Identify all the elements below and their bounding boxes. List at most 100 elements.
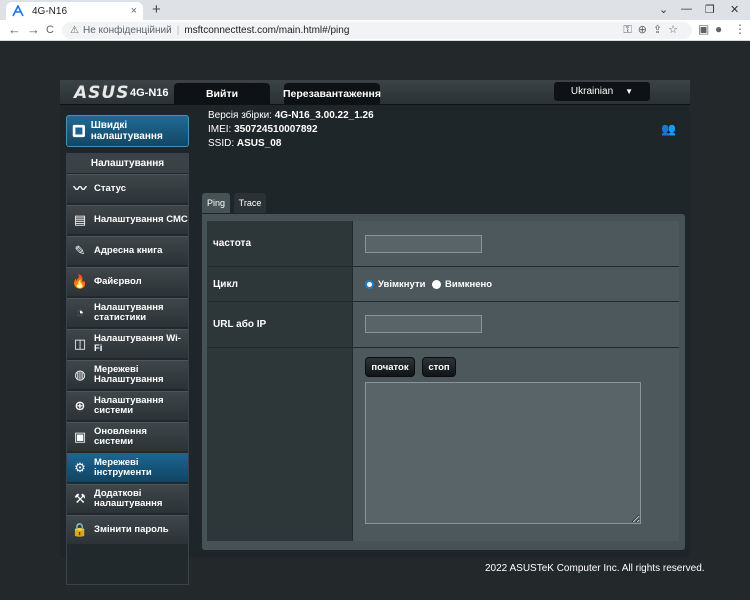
cycle-label: Цикл (207, 267, 352, 301)
address-bar[interactable]: ⚠ Не конфіденційний | msftconnecttest.co… (62, 22, 692, 39)
radio-unselected-icon (432, 280, 441, 289)
cycle-row: Цикл Увімкнути Вимкнено (207, 267, 679, 302)
quick-setup-button[interactable]: Швидкі налаштування (66, 115, 189, 147)
cycle-on-radio[interactable]: Увімкнути (365, 279, 425, 290)
tools-icon: ⚙ (74, 460, 86, 475)
globe-icon: ◍ (74, 367, 86, 382)
asus-logo: ASUS (74, 83, 130, 103)
sidebar-item-label: Налаштування СМС (94, 214, 188, 225)
sidebar-title: Налаштування (67, 154, 188, 173)
sidebar-item-network-tools[interactable]: ⚙ Мережеві інструменти (67, 453, 188, 482)
output-cell: початок стоп (352, 348, 679, 541)
router-page: ASUS 4G-N16 Вийти Перезавантаження Ukrai… (0, 41, 750, 600)
sidebar-item-address-book[interactable]: ✎ Адресна книга (67, 236, 188, 265)
address-separator: | (176, 25, 180, 36)
copyright-footer: 2022 ASUSTeK Computer Inc. All rights re… (485, 563, 705, 574)
advanced-icon: ⚒ (74, 491, 86, 506)
sidebar-item-system[interactable]: ⊕ Налаштування системи (67, 391, 188, 420)
sidebar-item-label: Налаштування системи (94, 395, 164, 416)
sidebar-item-label: Змінити пароль (94, 524, 169, 535)
stop-button[interactable]: стоп (422, 357, 456, 377)
sidebar-item-label: Мережеві Налаштування (94, 364, 164, 385)
address-bar-actions[interactable]: ⚿⊕⇪☆ (623, 23, 684, 37)
cycle-off-radio[interactable]: Вимкнено (432, 279, 492, 290)
sidebar-item-password[interactable]: 🔒 Змінити пароль (67, 515, 188, 544)
sidebar-item-label: Адресна книга (94, 245, 163, 256)
caret-down-icon: ▼ (625, 87, 634, 96)
quick-setup-icon (72, 124, 85, 138)
wifi-icon: ◫ (73, 336, 87, 351)
router-frame: ASUS 4G-N16 Вийти Перезавантаження Ukrai… (60, 80, 690, 585)
reboot-button[interactable]: Перезавантаження (283, 83, 381, 105)
frequency-label: частота (207, 221, 352, 266)
logout-button[interactable]: Вийти (174, 83, 270, 105)
sidebar-item-sms[interactable]: ▤ Налаштування СМС (67, 205, 188, 234)
url-text[interactable]: msftconnecttest.com/main.html#/ping (184, 25, 349, 36)
tab-trace[interactable]: Trace (234, 193, 266, 213)
sidebar-item-label: Оновлення системи (94, 426, 147, 447)
status-icon: 〰 (73, 181, 87, 196)
lock-icon: 🔒 (71, 522, 89, 537)
url-row: URL або IP (207, 302, 679, 348)
new-tab-button[interactable]: + (152, 2, 161, 18)
sidebar-item-update[interactable]: ▣ Оновлення системи (67, 422, 188, 451)
firmware-value: 4G-N16_3.00.22_1.26 (274, 110, 374, 121)
ssid-value: ASUS_08 (236, 138, 282, 149)
firmware-label: Версія збірки: (208, 110, 272, 121)
cycle-on-label: Увімкнути (378, 279, 426, 290)
sidebar-item-label: Налаштування Wi-Fi (94, 333, 181, 354)
menu-icon[interactable]: ⋮ (734, 22, 746, 36)
sidebar-item-wifi[interactable]: ◫ Налаштування Wi-Fi (67, 329, 188, 358)
sidebar-item-advanced[interactable]: ⚒ Додаткові налаштування (67, 484, 188, 513)
maximize-button[interactable]: ❐ (705, 3, 715, 16)
ping-form: частота Цикл Увімкнути Вимкнено URL або … (207, 221, 679, 541)
address-book-icon: ✎ (74, 243, 86, 258)
sidepanel-icon[interactable]: ▣ (698, 22, 709, 36)
update-icon: ▣ (73, 429, 87, 444)
cycle-off-label: Вимкнено (445, 279, 493, 290)
sidebar-item-status[interactable]: 〰 Статус (67, 174, 188, 203)
minimize-button[interactable]: — (681, 3, 692, 15)
system-icon: ⊕ (74, 398, 86, 413)
quick-setup-label: Швидкі налаштування (90, 120, 163, 142)
ping-panel: частота Цикл Увімкнути Вимкнено URL або … (202, 214, 685, 550)
radio-selected-icon (365, 280, 374, 289)
sidebar-item-network[interactable]: ◍ Мережеві Налаштування (67, 360, 188, 389)
statistics-icon: ◔ (76, 305, 84, 320)
url-cell (352, 302, 679, 347)
frequency-input[interactable] (365, 235, 482, 253)
warning-icon[interactable]: ⚠ (70, 25, 79, 36)
browser-tabbar: 4G-N16 × + ⌄ — ❐ ✕ (0, 0, 750, 20)
frequency-row: частота (207, 221, 679, 267)
users-icon[interactable]: 👥 (661, 122, 676, 136)
model-name: 4G-N16 (130, 87, 169, 99)
sidebar-item-label: Статус (94, 183, 127, 194)
close-tab-icon[interactable]: × (131, 5, 137, 17)
start-button[interactable]: початок (365, 357, 415, 377)
forward-button[interactable]: → (27, 22, 40, 38)
browser-navbar: ← → C ⚠ Не конфіденційний | msftconnectt… (0, 20, 750, 41)
security-label: Не конфіденційний (82, 25, 172, 36)
ping-output[interactable] (365, 382, 641, 524)
browser-tab[interactable]: 4G-N16 × (6, 2, 143, 20)
ssid-label: SSID: (208, 138, 235, 149)
sms-icon: ▤ (73, 212, 87, 227)
output-label (207, 348, 352, 541)
sidebar-item-label: Налаштування статистики (94, 302, 164, 323)
reload-button[interactable]: C (46, 22, 54, 38)
frequency-cell (352, 221, 679, 266)
device-info: Версія збірки: 4G-N16_3.00.22_1.26 IMEI:… (208, 109, 374, 151)
window-close-button[interactable]: ✕ (730, 3, 739, 16)
language-select[interactable]: Ukrainian ▼ (554, 82, 650, 101)
sidebar-item-firewall[interactable]: 🔥 Файєрвол (67, 267, 188, 296)
sidebar-item-label: Файєрвол (94, 276, 142, 287)
profile-icon[interactable]: ● (715, 22, 722, 36)
back-button[interactable]: ← (8, 22, 21, 38)
url-input[interactable] (365, 315, 482, 333)
tab-ping[interactable]: Ping (202, 193, 230, 213)
chevron-down-icon[interactable]: ⌄ (659, 3, 668, 16)
asus-favicon-icon (12, 5, 24, 17)
sidebar-item-statistics[interactable]: ◔ Налаштування статистики (67, 298, 188, 327)
sidebar: Налаштування 〰 Статус ▤ Налаштування СМС ✎… (66, 153, 189, 585)
imei-value: 350724510007892 (234, 124, 318, 135)
